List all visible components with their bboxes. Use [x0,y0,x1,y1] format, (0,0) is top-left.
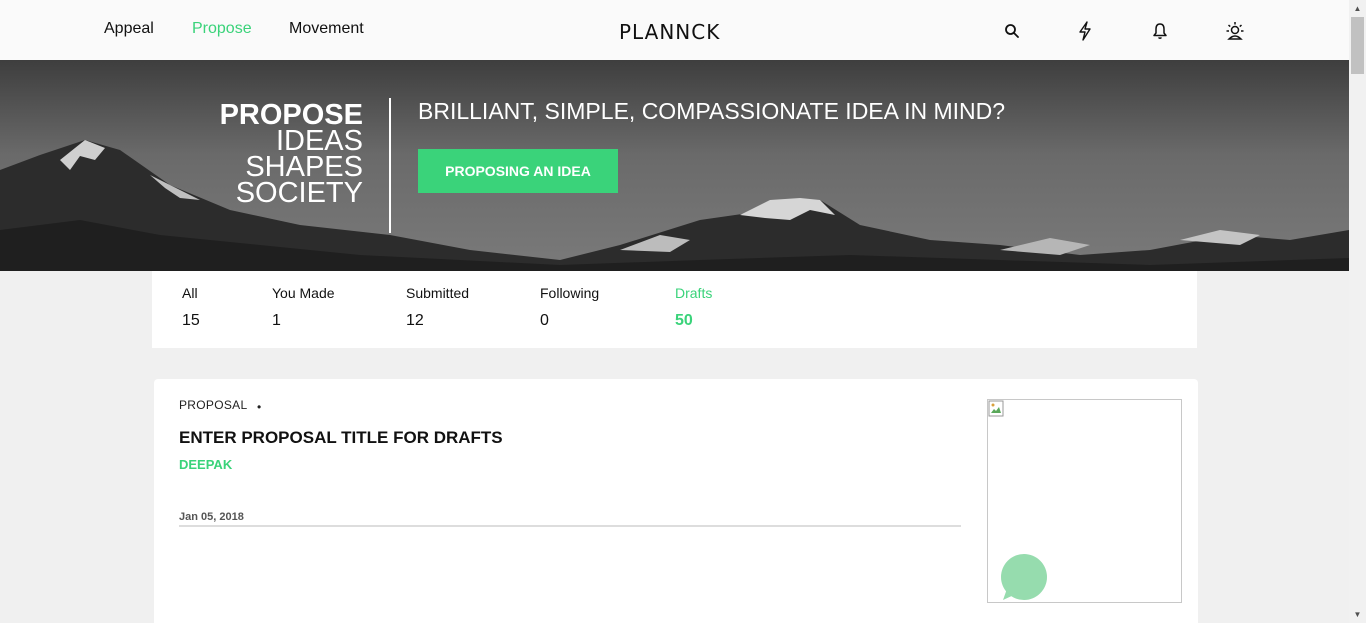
stat-tab-you-made[interactable]: You Made 1 [272,285,335,330]
proposal-author[interactable]: DEEPAK [179,457,232,472]
nav-link-appeal[interactable]: Appeal [104,20,154,38]
nav-link-propose[interactable]: Propose [192,20,252,38]
chat-bubble-icon[interactable] [1000,554,1048,602]
stat-value: 1 [272,312,281,329]
top-nav-bar: Appeal Propose Movement PLANNCK [0,0,1349,60]
proposal-title[interactable]: ENTER PROPOSAL TITLE FOR DRAFTS [179,428,503,448]
hero-banner: PROPOSE IDEAS SHAPES SOCIETY BRILLIANT, … [0,60,1349,271]
proposal-stats-tabs: All 15 You Made 1 Submitted 12 Following… [152,271,1197,348]
stat-label: All [182,285,198,301]
broken-image-icon [988,400,1004,417]
hero-question: BRILLIANT, SIMPLE, COMPASSIONATE IDEA IN… [418,98,1006,124]
scrollbar-thumb[interactable] [1351,17,1364,74]
mountain-background-image [0,60,1349,271]
stat-tab-submitted[interactable]: Submitted 12 [406,285,469,330]
hero-tagline: PROPOSE IDEAS SHAPES SOCIETY [220,101,363,209]
lightning-icon[interactable] [1074,20,1096,42]
card-divider [179,525,961,527]
bell-icon[interactable] [1149,20,1171,42]
scroll-down-arrow-icon[interactable]: ▼ [1349,606,1366,623]
stat-value: 12 [406,312,424,329]
stat-label: You Made [272,285,335,301]
stat-label: Following [540,285,600,301]
logo[interactable]: PLANNCK [619,20,720,44]
stat-value: 15 [182,312,200,329]
stat-tab-all[interactable]: All 15 [182,285,200,330]
page-scrollbar[interactable]: ▲ ▼ [1349,0,1366,623]
search-icon[interactable] [1001,20,1023,42]
user-sun-icon[interactable] [1224,20,1246,42]
stat-label: Submitted [406,285,470,301]
stat-value: 50 [675,312,693,329]
stat-tab-drafts[interactable]: Drafts 50 [675,285,712,330]
stat-label: Drafts [675,285,713,301]
scroll-up-arrow-icon[interactable]: ▲ [1349,0,1366,17]
proposal-type-label: PROPOSAL [179,398,248,412]
type-separator: • [257,400,262,414]
propose-idea-button[interactable]: PROPOSING AN IDEA [418,149,618,193]
proposal-card[interactable]: PROPOSAL • ENTER PROPOSAL TITLE FOR DRAF… [154,379,1198,623]
hero-divider [389,98,391,233]
proposal-date: Jan 05, 2018 [179,511,244,523]
hero-heading-line: SOCIETY [235,177,363,209]
stat-tab-following[interactable]: Following 0 [540,285,599,330]
nav-link-movement[interactable]: Movement [289,20,364,38]
stat-value: 0 [540,312,549,329]
